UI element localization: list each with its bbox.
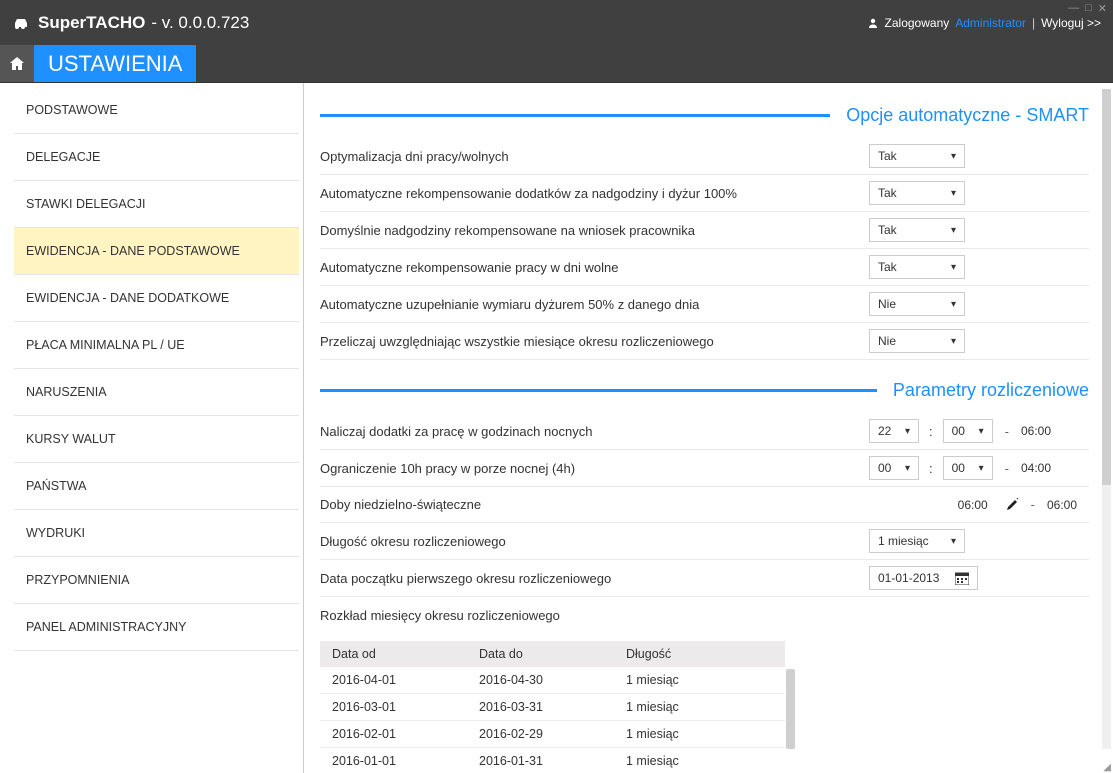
title-bar: SuperTACHO - v. 0.0.0.723 Zalogowany Adm… — [0, 0, 1113, 45]
sidebar-item-9[interactable]: WYDRUKI — [14, 510, 299, 557]
row-start-date: Data początku pierwszego okresu rozlicze… — [320, 560, 1089, 597]
username[interactable]: Administrator — [955, 16, 1026, 30]
row-schedule: Rozkład miesięcy okresu rozliczeniowego — [320, 597, 1089, 633]
smart-row-2: Domyślnie nadgodziny rekompensowane na w… — [320, 212, 1089, 249]
sidebar-item-1[interactable]: DELEGACJE — [14, 134, 299, 181]
night-min-select[interactable]: 00▾ — [943, 419, 993, 443]
sidebar: PODSTAWOWEDELEGACJESTAWKI DELEGACJIEWIDE… — [0, 83, 304, 773]
start-date-input[interactable]: 01-01-2013 — [869, 566, 978, 590]
holiday-end-time: 06:00 — [1047, 498, 1089, 512]
row-limit-10h: Ograniczenie 10h pracy w porze nocnej (4… — [320, 450, 1089, 487]
row-period-length: Długość okresu rozliczeniowego 1 miesiąc… — [320, 523, 1089, 560]
smart-row-5: Przeliczaj uwzględniając wszystkie miesi… — [320, 323, 1089, 360]
car-icon — [12, 16, 30, 30]
sidebar-item-10[interactable]: PRZYPOMNIENIA — [14, 557, 299, 604]
smart-select-1[interactable]: Tak▾ — [869, 181, 965, 205]
sidebar-item-8[interactable]: PAŃSTWA — [14, 463, 299, 510]
period-length-select[interactable]: 1 miesiąc▾ — [869, 529, 965, 553]
sidebar-item-4[interactable]: EWIDENCJA - DANE DODATKOWE — [14, 275, 299, 322]
smart-row-4: Automatyczne uzupełnianie wymiaru dyżure… — [320, 286, 1089, 323]
smart-row-3: Automatyczne rekompensowanie pracy w dni… — [320, 249, 1089, 286]
smart-select-4[interactable]: Nie▾ — [869, 292, 965, 316]
table-row[interactable]: 2016-01-012016-01-311 miesiąc — [320, 748, 785, 773]
sidebar-item-3[interactable]: EWIDENCJA - DANE PODSTAWOWE — [14, 228, 299, 275]
holiday-start-time: 06:00 — [958, 498, 1000, 512]
smart-row-1: Automatyczne rekompensowanie dodatków za… — [320, 175, 1089, 212]
table-scrollbar[interactable] — [786, 669, 795, 749]
sidebar-item-0[interactable]: PODSTAWOWE — [14, 87, 299, 134]
home-button[interactable] — [0, 45, 34, 82]
schedule-table: Data od Data do Długość 2016-04-012016-0… — [320, 641, 785, 773]
edit-icon[interactable] — [1006, 498, 1019, 511]
table-row[interactable]: 2016-03-012016-03-311 miesiąc — [320, 694, 785, 721]
night-end-time: 06:00 — [1021, 424, 1063, 438]
limit-end-time: 04:00 — [1021, 461, 1063, 475]
smart-select-0[interactable]: Tak▾ — [869, 144, 965, 168]
logout-link[interactable]: Wyloguj >> — [1041, 16, 1101, 30]
table-row[interactable]: 2016-02-012016-02-291 miesiąc — [320, 721, 785, 748]
header-secondary: USTAWIENIA — [0, 45, 1113, 83]
limit-min-select[interactable]: 00▾ — [943, 456, 993, 480]
night-hour-select[interactable]: 22▾ — [869, 419, 919, 443]
resize-grip-icon[interactable]: ◢ — [1103, 765, 1111, 771]
user-icon — [867, 17, 879, 29]
row-night-hours: Naliczaj dodatki za pracę w godzinach no… — [320, 413, 1089, 450]
sidebar-item-5[interactable]: PŁACA MINIMALNA PL / UE — [14, 322, 299, 369]
maximize-icon[interactable]: □ — [1085, 2, 1092, 15]
sidebar-item-2[interactable]: STAWKI DELEGACJI — [14, 181, 299, 228]
section-header-smart: Opcje automatyczne - SMART — [320, 105, 1089, 126]
table-header: Data od Data do Długość — [320, 641, 785, 667]
row-holiday: Doby niedzielno-świąteczne 06:00 - 06:00 — [320, 487, 1089, 523]
logged-label: Zalogowany — [885, 16, 950, 30]
smart-select-2[interactable]: Tak▾ — [869, 218, 965, 242]
limit-hour-select[interactable]: 00▾ — [869, 456, 919, 480]
window-controls: — □ ✕ — [1068, 2, 1107, 15]
smart-row-0: Optymalizacja dni pracy/wolnychTak▾ — [320, 138, 1089, 175]
smart-select-5[interactable]: Nie▾ — [869, 329, 965, 353]
calendar-icon[interactable] — [955, 572, 969, 585]
close-icon[interactable]: ✕ — [1098, 2, 1107, 15]
sidebar-item-7[interactable]: KURSY WALUT — [14, 416, 299, 463]
sidebar-item-6[interactable]: NARUSZENIA — [14, 369, 299, 416]
app-title: SuperTACHO - v. 0.0.0.723 — [38, 13, 249, 33]
smart-select-3[interactable]: Tak▾ — [869, 255, 965, 279]
main-content: Opcje automatyczne - SMART Optymalizacja… — [304, 83, 1113, 773]
section-header-params: Parametry rozliczeniowe — [320, 380, 1089, 401]
page-title: USTAWIENIA — [34, 45, 196, 82]
table-row[interactable]: 2016-04-012016-04-301 miesiąc — [320, 667, 785, 694]
main-scrollbar[interactable] — [1102, 89, 1111, 749]
sidebar-item-11[interactable]: PANEL ADMINISTRACYJNY — [14, 604, 299, 651]
minimize-icon[interactable]: — — [1068, 2, 1079, 15]
